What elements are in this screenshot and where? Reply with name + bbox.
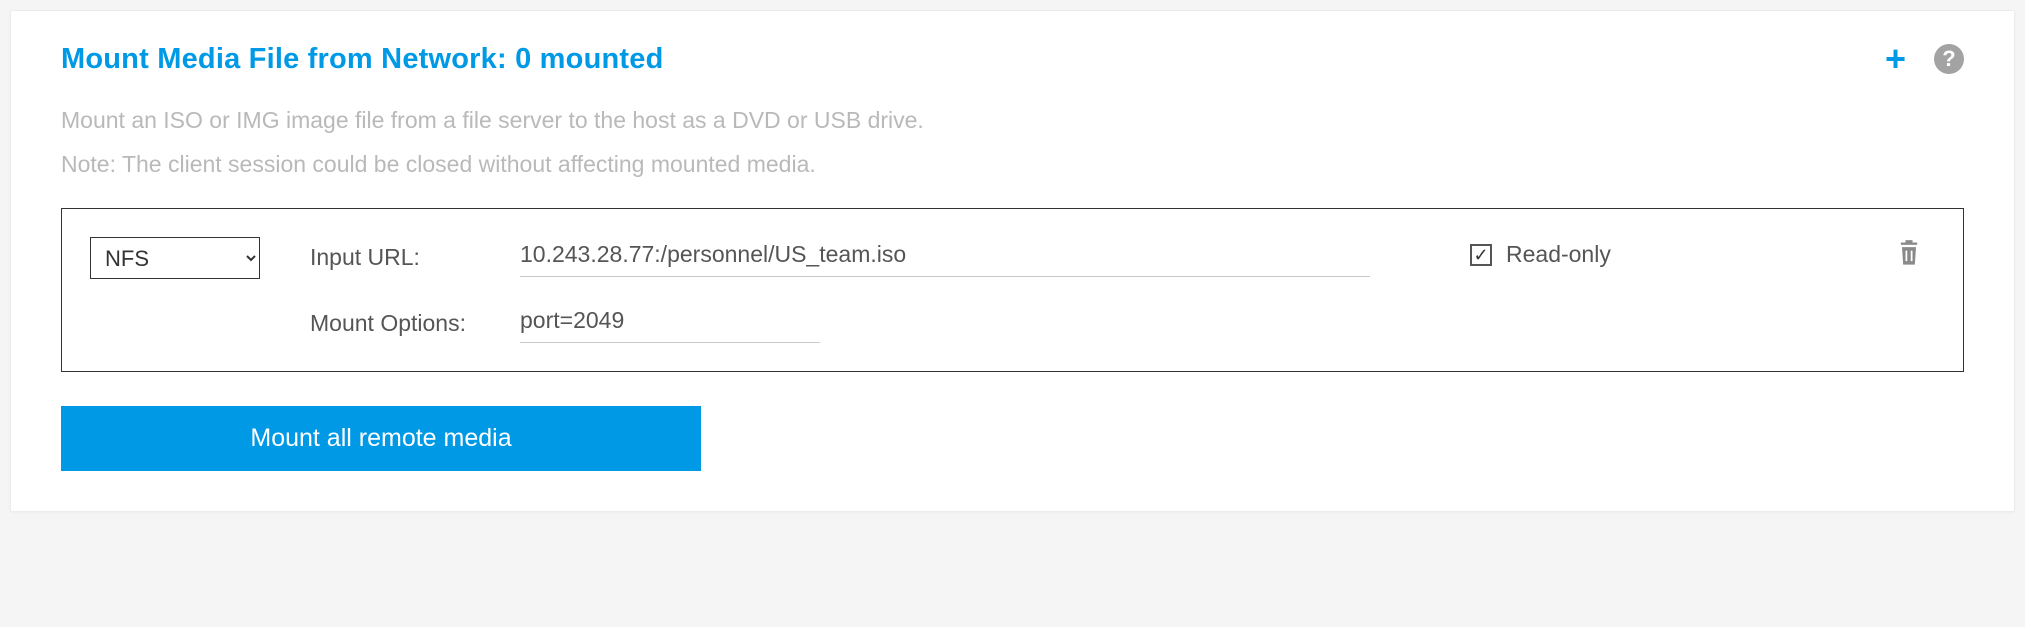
url-input[interactable] [520, 237, 1370, 277]
mount-options-input[interactable] [520, 303, 820, 343]
add-icon[interactable]: + [1885, 41, 1906, 77]
readonly-checkbox[interactable]: ✓ Read-only [1470, 241, 1611, 268]
description-line-2: Note: The client session could be closed… [61, 148, 1964, 180]
checkbox-icon: ✓ [1470, 244, 1492, 266]
trash-icon[interactable] [1895, 239, 1923, 272]
url-label: Input URL: [310, 244, 520, 271]
header-actions: + ? [1885, 41, 1964, 77]
help-icon[interactable]: ? [1934, 44, 1964, 74]
mount-media-panel: Mount Media File from Network: 0 mounted… [10, 10, 2015, 512]
url-field-row: Input URL: [310, 237, 1370, 277]
options-field-row: Mount Options: [310, 303, 1370, 343]
mount-options-label: Mount Options: [310, 310, 520, 337]
mount-all-button[interactable]: Mount all remote media [61, 406, 701, 471]
readonly-label: Read-only [1506, 241, 1611, 268]
fields-column: Input URL: Mount Options: [310, 237, 1370, 343]
protocol-select[interactable]: NFS [90, 237, 260, 279]
media-entry-row: NFS Input URL: Mount Options: ✓ Read-onl… [61, 208, 1964, 372]
description-line-1: Mount an ISO or IMG image file from a fi… [61, 104, 1964, 136]
panel-title: Mount Media File from Network: 0 mounted [61, 43, 664, 76]
panel-header: Mount Media File from Network: 0 mounted… [61, 43, 1964, 104]
